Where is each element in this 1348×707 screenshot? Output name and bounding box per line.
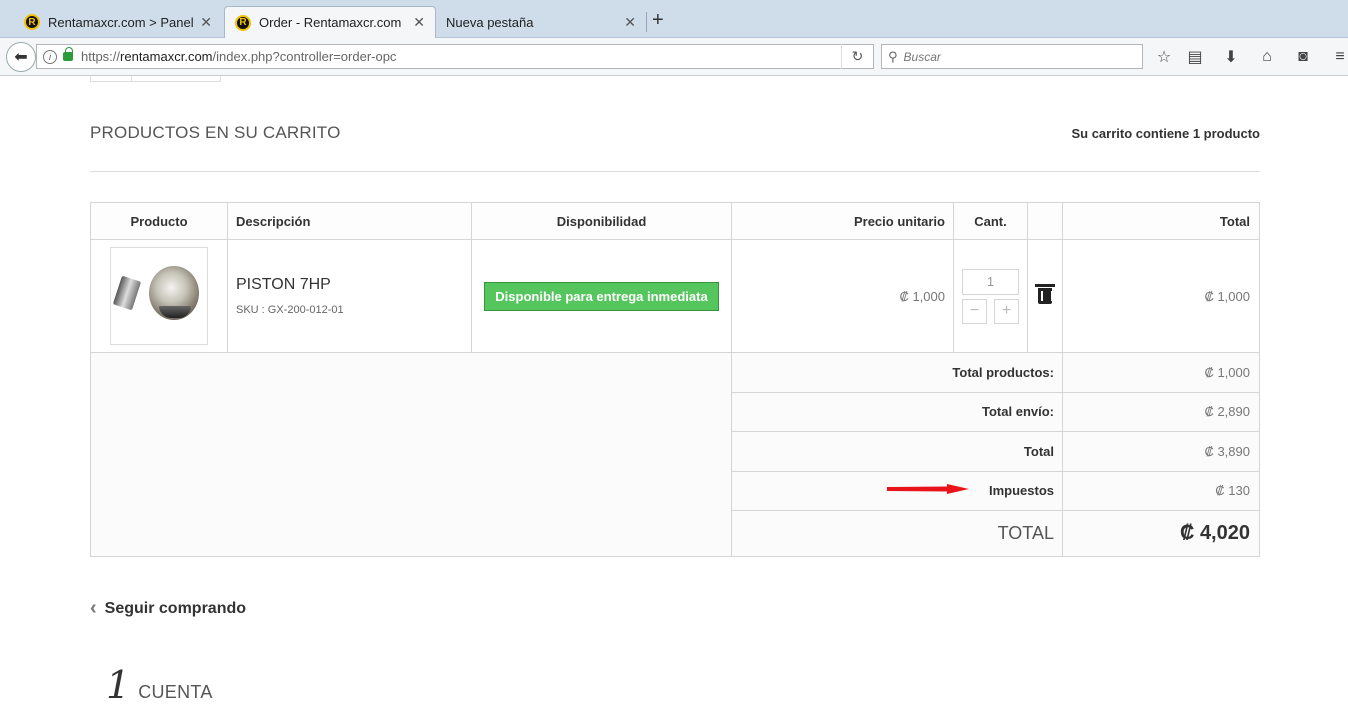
url-text: https://rentamaxcr.com/index.php?control…: [81, 49, 397, 64]
divider: [90, 171, 1260, 172]
unit-price-cell: ₡ 1,000: [731, 239, 954, 353]
chevron-left-icon: ‹: [90, 597, 97, 619]
reload-icon[interactable]: ↻: [841, 44, 873, 69]
total-shipping-value: ₡ 2,890: [1062, 391, 1260, 432]
quantity-stepper: 1 − +: [962, 268, 1019, 324]
bookmark-star-icon[interactable]: ☆: [1154, 47, 1174, 67]
close-tab-icon[interactable]: ✕: [624, 14, 636, 31]
total-shipping-label: Total envío:: [731, 391, 1063, 432]
tab-panel[interactable]: R Rentamaxcr.com > Panel d... ✕: [14, 6, 222, 38]
column-header-availability: Disponibilidad: [471, 202, 732, 240]
browser-tab-bar: R Rentamaxcr.com > Panel d... ✕ R Order …: [0, 0, 1348, 38]
tab-label: Nueva pestaña: [446, 14, 534, 30]
search-icon: ⚲: [888, 48, 898, 64]
step-account: 1 CUENTA: [106, 663, 213, 707]
table-row: PISTON 7HP SKU : GX-200-012-01 Disponibl…: [90, 239, 1260, 353]
close-tab-icon[interactable]: ✕: [413, 14, 425, 31]
tab-label: Rentamaxcr.com > Panel d...: [48, 14, 194, 30]
cart-summary: Su carrito contiene 1 producto: [1071, 126, 1260, 141]
column-header-total: Total: [1062, 202, 1260, 240]
grand-total-label: TOTAL: [731, 510, 1063, 557]
delete-cell: [1027, 239, 1063, 353]
subtotal-label: Total: [731, 431, 1063, 472]
new-tab-button[interactable]: +: [652, 10, 664, 30]
increase-qty-button[interactable]: +: [994, 298, 1019, 324]
back-arrow-icon: ⬅: [14, 49, 28, 66]
close-tab-icon[interactable]: ✕: [200, 14, 212, 31]
reading-list-icon[interactable]: ▤: [1185, 47, 1205, 67]
step-number: 1: [106, 663, 131, 707]
step-label: CUENTA: [138, 682, 213, 702]
product-sku: SKU : GX-200-012-01: [236, 304, 344, 316]
lock-icon: [63, 47, 73, 61]
availability-badge: Disponible para entrega inmediata: [484, 281, 719, 311]
tab-order[interactable]: R Order - Rentamaxcr.com ✕: [224, 6, 436, 38]
tab-new[interactable]: Nueva pestaña ✕: [436, 6, 646, 38]
address-bar[interactable]: i https://rentamaxcr.com/index.php?contr…: [36, 44, 874, 69]
pocket-icon[interactable]: ◙: [1293, 47, 1313, 67]
menu-icon[interactable]: ≡: [1330, 47, 1348, 67]
product-thumbnail[interactable]: [110, 247, 208, 345]
product-image-cell: [90, 239, 228, 353]
download-icon[interactable]: ⬇: [1221, 47, 1241, 67]
totals-row: Total productos: ₡ 1,000: [90, 352, 1260, 557]
line-total-cell: ₡ 1,000: [1062, 239, 1260, 353]
red-arrow-annotation: [887, 484, 969, 494]
tab-separator: [646, 12, 647, 32]
breadcrumb: [90, 76, 221, 82]
info-icon[interactable]: i: [43, 49, 57, 64]
decrease-qty-button[interactable]: −: [962, 298, 987, 324]
product-name-link[interactable]: PISTON 7HP: [236, 276, 471, 294]
page-title: PRODUCTOS EN SU CARRITO: [90, 123, 341, 142]
total-products-label: Total productos:: [731, 352, 1063, 393]
quantity-input[interactable]: 1: [962, 268, 1019, 295]
column-header-unit-price: Precio unitario: [731, 202, 954, 240]
column-header-delete: [1027, 202, 1063, 240]
taxes-value: ₡ 130: [1062, 470, 1260, 511]
column-header-product: Producto: [90, 202, 228, 240]
table-header-row: Producto Descripción Disponibilidad Prec…: [90, 202, 1260, 240]
home-icon[interactable]: ⌂: [1257, 47, 1277, 67]
continue-shopping-link[interactable]: ‹ Seguir comprando: [90, 597, 246, 620]
subtotal-value: ₡ 3,890: [1062, 431, 1260, 472]
empty-summary-area: [90, 352, 732, 557]
column-header-qty: Cant.: [953, 202, 1028, 240]
site-favicon-icon: R: [235, 14, 251, 31]
product-description-cell: PISTON 7HP SKU : GX-200-012-01: [227, 239, 472, 353]
piston-pin-image: [112, 275, 142, 311]
column-header-description: Descripción: [227, 202, 472, 240]
search-input[interactable]: ⚲ Buscar: [881, 44, 1143, 69]
quantity-cell: 1 − +: [953, 239, 1028, 353]
grand-total-value: ₡ 4,020: [1062, 510, 1260, 557]
trash-icon[interactable]: [1035, 284, 1055, 304]
search-placeholder: Buscar: [903, 49, 941, 64]
tab-label: Order - Rentamaxcr.com: [259, 15, 402, 30]
cart-table: Producto Descripción Disponibilidad Prec…: [90, 202, 1260, 557]
site-favicon-icon: R: [24, 14, 40, 30]
back-button[interactable]: ⬅: [6, 42, 36, 72]
piston-image: [149, 266, 199, 320]
total-products-value: ₡ 1,000: [1062, 352, 1260, 393]
browser-nav-bar: ⬅ i https://rentamaxcr.com/index.php?con…: [0, 38, 1348, 76]
continue-shopping-label: Seguir comprando: [104, 599, 247, 617]
availability-cell: Disponible para entrega inmediata: [471, 239, 732, 353]
